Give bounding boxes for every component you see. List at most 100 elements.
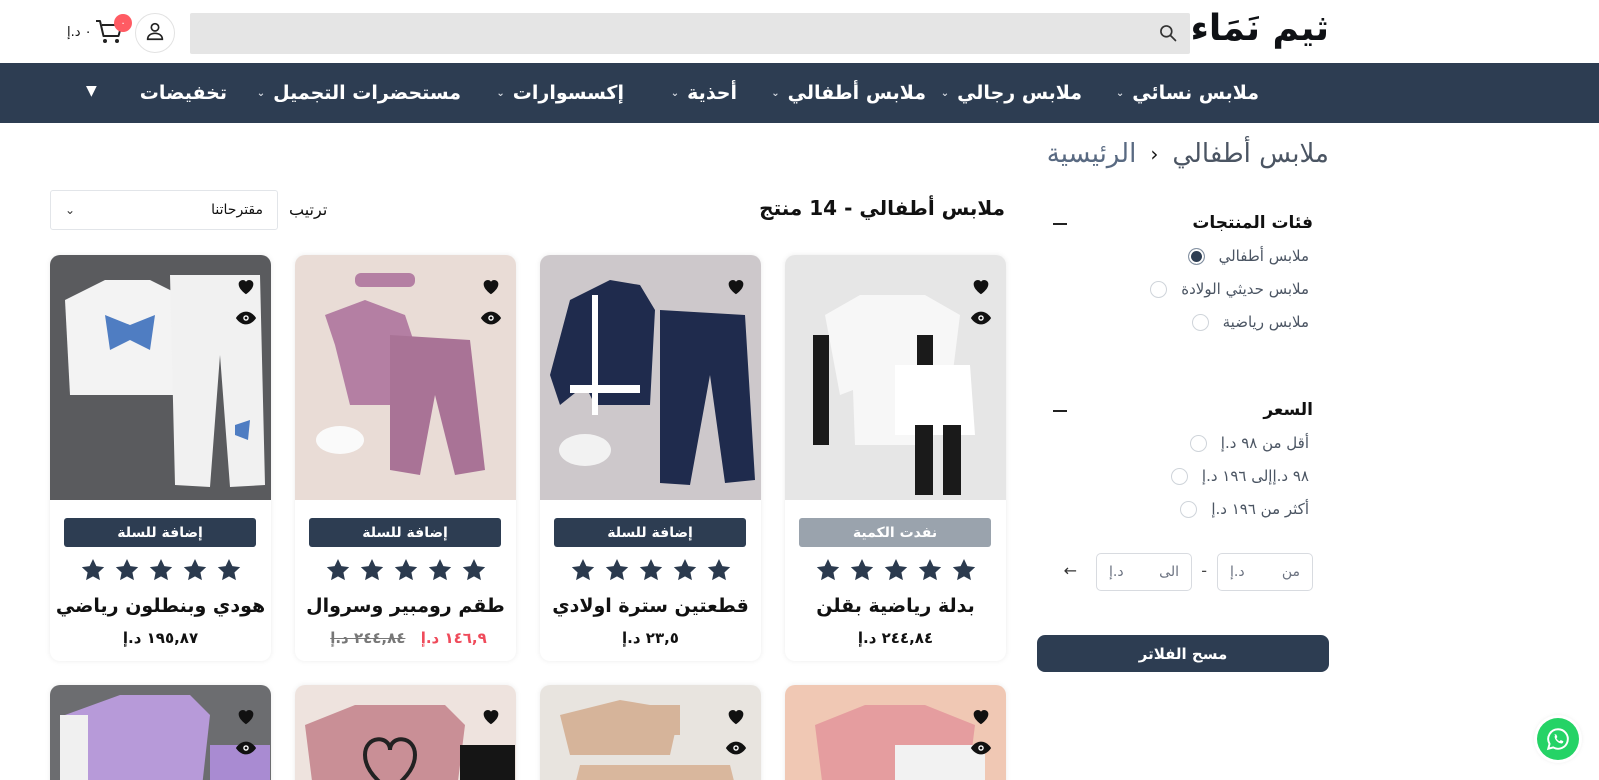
nav-item-sale[interactable]: تخفيضات — [140, 63, 227, 123]
product-image[interactable] — [50, 685, 271, 780]
sale-price: ١٤٦,٩ د.إ — [420, 629, 487, 647]
star-icon — [917, 557, 943, 583]
product-card[interactable]: نفدت الكمية بدلة رياضية بقلن ٢٤٤,٨٤ د.إ — [785, 255, 1006, 661]
price-value: ٢٣,٥ د.إ — [622, 629, 679, 647]
chevron-down-icon: ⌄ — [670, 87, 680, 99]
star-icon — [672, 557, 698, 583]
product-name[interactable]: بدلة رياضية بقلن — [785, 595, 1006, 617]
add-to-cart-button[interactable]: إضافة للسلة — [309, 518, 501, 547]
eye-icon[interactable] — [235, 740, 257, 758]
star-icon — [815, 557, 841, 583]
results-title: ملابس أطفالي - 14 منتج — [759, 196, 1005, 220]
breadcrumb-home[interactable]: الرئيسية — [1047, 139, 1137, 169]
product-price: ١٩٥,٨٧ د.إ — [50, 629, 271, 647]
product-image[interactable] — [785, 685, 1006, 780]
star-icon — [706, 557, 732, 583]
heart-icon[interactable] — [235, 275, 257, 297]
category-option[interactable]: ملابس أطفالي — [1187, 247, 1309, 265]
eye-icon[interactable] — [970, 740, 992, 758]
star-icon — [325, 557, 351, 583]
nav-item-shoes[interactable]: أحذية ⌄ — [671, 63, 737, 123]
product-name[interactable]: طقم رومبير وسروال — [295, 595, 516, 617]
product-card[interactable] — [540, 685, 761, 780]
nav-item-kids[interactable]: ملابس أطفالي ⌄ — [771, 63, 926, 123]
site-logo[interactable]: ثيم نَمَاء — [1190, 8, 1329, 49]
radio-button[interactable] — [1189, 434, 1207, 452]
chevron-down-icon: ⌄ — [940, 87, 950, 99]
star-icon — [849, 557, 875, 583]
minus-icon[interactable] — [1053, 223, 1067, 225]
category-filter-title[interactable]: فئات المنتجات — [1192, 213, 1313, 233]
rating-stars — [295, 557, 516, 583]
radio-button[interactable] — [1191, 313, 1209, 331]
product-card[interactable]: إضافة للسلة قطعتين سترة اولادي ٢٣,٥ د.إ — [540, 255, 761, 661]
heart-icon[interactable] — [970, 705, 992, 727]
arrow-left-icon[interactable]: ← — [1064, 561, 1077, 580]
sort-label: ترتيب — [289, 200, 328, 219]
star-icon — [883, 557, 909, 583]
price-option[interactable]: أقل من ٩٨ د.إ — [1189, 434, 1309, 452]
product-card[interactable] — [50, 685, 271, 780]
nav-more-dropdown-icon[interactable]: ▼ — [86, 83, 97, 99]
radio-button[interactable] — [1150, 280, 1168, 298]
eye-icon[interactable] — [480, 310, 502, 328]
price-filter-title[interactable]: السعر — [1263, 400, 1313, 420]
nav-item-women[interactable]: ملابس نسائي ⌄ — [1116, 63, 1259, 123]
account-button[interactable] — [135, 13, 175, 53]
price-value: ٢٤٤,٨٤ د.إ — [857, 629, 934, 647]
star-icon — [427, 557, 453, 583]
product-name[interactable]: قطعتين سترة اولادي — [540, 595, 761, 617]
price-to-field[interactable]: الى د.إ — [1096, 553, 1192, 591]
product-card[interactable]: إضافة للسلة طقم رومبير وسروال ١٤٦,٩ د.إ … — [295, 255, 516, 661]
search-icon[interactable] — [1158, 23, 1178, 43]
star-icon — [461, 557, 487, 583]
chevron-down-icon: ⌄ — [771, 87, 780, 99]
minus-icon[interactable] — [1053, 410, 1067, 412]
nav-item-accessories[interactable]: إكسسوارات ⌄ — [496, 63, 624, 123]
product-price: ٢٤٤,٨٤ د.إ — [785, 629, 1006, 647]
product-card[interactable]: إضافة للسلة هودي وبنطلون رياضي ١٩٥,٨٧ د.… — [50, 255, 271, 661]
heart-icon[interactable] — [970, 275, 992, 297]
radio-button[interactable] — [1170, 467, 1188, 485]
price-option-label: أكثر من ١٩٦ د.إ — [1211, 500, 1309, 518]
eye-icon[interactable] — [235, 310, 257, 328]
clear-filters-button[interactable]: مسح الفلاتر — [1037, 635, 1329, 672]
breadcrumb: الرئيسية ‹ ملابس أطفالي — [1047, 139, 1329, 169]
price-option-label: أقل من ٩٨ د.إ — [1220, 434, 1309, 452]
search-input[interactable] — [190, 13, 1190, 54]
category-option-label: ملابس حديثي الولادة — [1181, 280, 1309, 298]
product-card[interactable] — [785, 685, 1006, 780]
price-option[interactable]: أكثر من ١٩٦ د.إ — [1180, 500, 1309, 518]
eye-icon[interactable] — [970, 310, 992, 328]
heart-icon[interactable] — [235, 705, 257, 727]
cart-total: ٠ د.إ — [67, 25, 92, 40]
heart-icon[interactable] — [725, 705, 747, 727]
nav-item-cosmetics[interactable]: مستحضرات التجميل ⌄ — [257, 63, 461, 123]
price-to-label: الى — [1159, 564, 1179, 580]
add-to-cart-button[interactable]: إضافة للسلة — [554, 518, 746, 547]
heart-icon[interactable] — [725, 275, 747, 297]
chevron-left-icon: ‹ — [1150, 142, 1159, 166]
star-icon — [114, 557, 140, 583]
nav-item-men[interactable]: ملابس رجالي ⌄ — [941, 63, 1082, 123]
whatsapp-icon[interactable] — [1537, 718, 1579, 760]
star-icon — [216, 557, 242, 583]
currency-label: د.إ — [1230, 564, 1245, 580]
add-to-cart-button[interactable]: إضافة للسلة — [64, 518, 256, 547]
product-card[interactable] — [295, 685, 516, 780]
category-option[interactable]: ملابس حديثي الولادة — [1150, 280, 1309, 298]
price-from-field[interactable]: من د.إ — [1217, 553, 1313, 591]
nav-item-label: إكسسوارات — [512, 82, 624, 104]
price-option[interactable]: ٩٨ د.إإلى ١٩٦ د.إ — [1170, 467, 1309, 485]
heart-icon[interactable] — [480, 705, 502, 727]
category-option[interactable]: ملابس رياضية — [1191, 313, 1309, 331]
radio-button[interactable] — [1187, 247, 1205, 265]
radio-button[interactable] — [1180, 500, 1198, 518]
eye-icon[interactable] — [725, 740, 747, 758]
product-image[interactable] — [540, 685, 761, 780]
product-image[interactable] — [295, 685, 516, 780]
product-name[interactable]: هودي وبنطلون رياضي — [50, 595, 271, 617]
sort-select[interactable]: ⌄ مقترحاتنا — [50, 190, 278, 230]
heart-icon[interactable] — [480, 275, 502, 297]
old-price: ٢٤٤,٨٤ د.إ — [330, 629, 406, 647]
